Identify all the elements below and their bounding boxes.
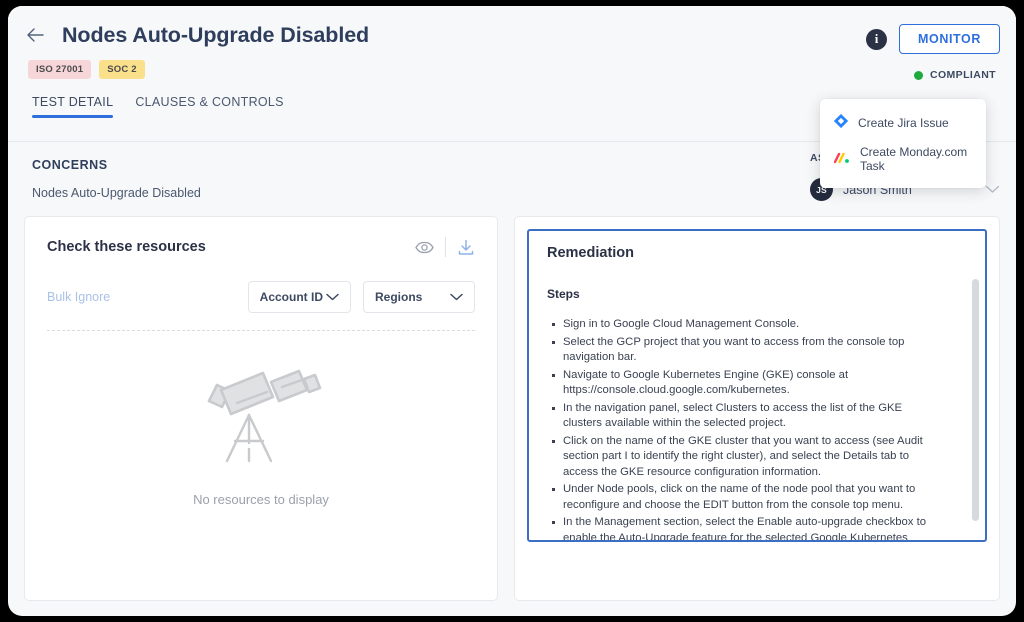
tab-test-detail[interactable]: TEST DETAIL xyxy=(32,95,113,118)
menu-item-create-monday-task[interactable]: Create Monday.com Task xyxy=(820,138,986,180)
account-id-filter[interactable]: Account ID xyxy=(248,281,351,313)
list-item: Under Node pools, click on the name of t… xyxy=(563,482,967,513)
monitor-button[interactable]: MONITOR xyxy=(899,24,1000,54)
resources-card: Check these resources xyxy=(24,216,498,601)
remediation-scrollbar[interactable] xyxy=(972,279,979,528)
badge-soc2: SOC 2 xyxy=(99,60,145,79)
tab-clauses-controls[interactable]: CLAUSES & CONTROLS xyxy=(135,95,284,118)
scrollbar-thumb[interactable] xyxy=(972,279,979,521)
remediation-title: Remediation xyxy=(547,245,967,261)
list-item: Select the GCP project that you want to … xyxy=(563,335,967,366)
filter-group: Account ID Regions xyxy=(248,281,475,313)
resources-card-header: Check these resources xyxy=(47,237,475,257)
badge-list: ISO 27001 SOC 2 xyxy=(8,48,1016,79)
section-divider xyxy=(47,330,475,331)
remediation-steps-list: Sign in to Google Cloud Management Conso… xyxy=(547,317,967,542)
main-content: Check these resources xyxy=(8,216,1016,616)
status-badge: COMPLIANT xyxy=(914,69,996,81)
eye-icon[interactable] xyxy=(415,241,434,254)
chevron-down-icon[interactable] xyxy=(985,181,1000,199)
list-item: Click on the name of the GKE cluster tha… xyxy=(563,434,967,481)
badge-iso27001: ISO 27001 xyxy=(28,60,91,79)
remediation-steps-heading: Steps xyxy=(547,287,967,301)
back-arrow-icon[interactable] xyxy=(22,22,48,48)
monday-icon xyxy=(834,152,850,167)
menu-item-label: Create Jira Issue xyxy=(858,116,949,130)
action-divider xyxy=(445,237,446,257)
status-dot-icon xyxy=(914,71,923,80)
remediation-card: Remediation Steps Sign in to Google Clou… xyxy=(514,216,1000,601)
account-id-filter-label: Account ID xyxy=(260,290,323,304)
list-item: In the navigation panel, select Clusters… xyxy=(563,401,967,432)
info-icon[interactable]: i xyxy=(866,29,887,50)
list-item: In the Management section, select the En… xyxy=(563,515,967,542)
regions-filter-label: Regions xyxy=(375,290,422,304)
integration-menu: Create Jira Issue Create Monday.com Task xyxy=(820,99,986,188)
chevron-down-icon xyxy=(326,293,339,301)
header-actions: i MONITOR COMPLIANT xyxy=(866,24,1000,81)
menu-item-create-jira-issue[interactable]: Create Jira Issue xyxy=(820,107,986,138)
list-item: Sign in to Google Cloud Management Conso… xyxy=(563,317,967,333)
status-label: COMPLIANT xyxy=(930,69,996,81)
list-item: Navigate to Google Kubernetes Engine (GK… xyxy=(563,368,967,399)
regions-filter[interactable]: Regions xyxy=(363,281,475,313)
jira-icon xyxy=(834,114,848,131)
resources-filter-row: Bulk Ignore Account ID Regions xyxy=(47,281,475,313)
title-row: Nodes Auto-Upgrade Disabled xyxy=(8,6,1016,48)
menu-item-label: Create Monday.com Task xyxy=(860,145,972,173)
resources-card-title: Check these resources xyxy=(47,239,206,255)
app-window: Nodes Auto-Upgrade Disabled ISO 27001 SO… xyxy=(8,6,1016,616)
download-icon[interactable] xyxy=(457,239,475,256)
empty-state-text: No resources to display xyxy=(193,492,329,507)
telescope-icon xyxy=(197,357,325,474)
empty-state: No resources to display xyxy=(25,357,497,507)
remediation-panel: Remediation Steps Sign in to Google Clou… xyxy=(527,229,987,542)
monitor-row: i MONITOR xyxy=(866,24,1000,54)
resources-card-actions xyxy=(415,237,475,257)
bulk-ignore-button[interactable]: Bulk Ignore xyxy=(47,290,110,304)
chevron-down-icon xyxy=(450,293,463,301)
page-title: Nodes Auto-Upgrade Disabled xyxy=(62,23,369,48)
